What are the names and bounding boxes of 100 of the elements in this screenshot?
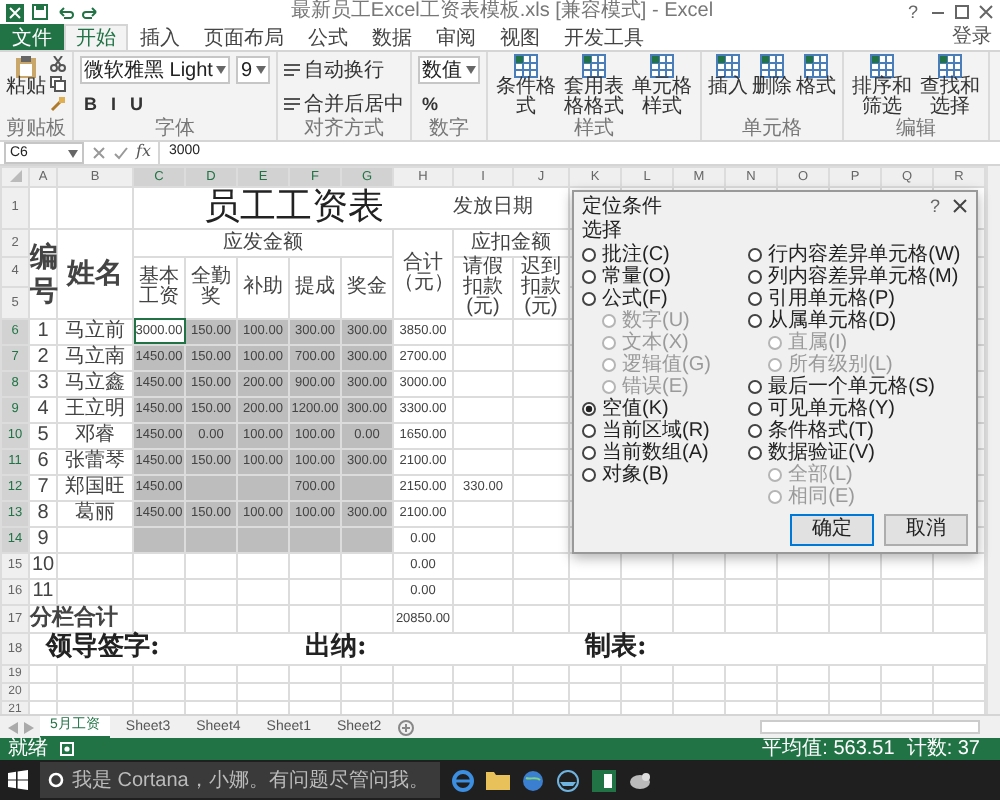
group-label: 字体	[153, 120, 198, 140]
option-label[interactable]: 当前数组(A)	[602, 442, 709, 464]
ribbon-tab[interactable]: 开始	[64, 24, 128, 50]
radio-button[interactable]	[582, 468, 596, 482]
ribbon-tab[interactable]: 开发工具	[552, 24, 656, 50]
radio-button[interactable]	[748, 446, 763, 460]
caret-icon	[68, 149, 78, 157]
brush-icon[interactable]	[50, 96, 66, 112]
dropdown-field[interactable]: 微软雅黑 Light	[80, 56, 231, 84]
add-sheet-button[interactable]	[397, 719, 414, 735]
option-label[interactable]: 最后一个单元格(S)	[768, 376, 935, 398]
check-icon[interactable]	[114, 146, 128, 160]
option-label[interactable]: 空值(K)	[602, 398, 669, 420]
option-label[interactable]: 条件格式(T)	[768, 420, 874, 442]
radio-button[interactable]	[582, 248, 596, 262]
dialog-button[interactable]: 取消	[884, 514, 968, 546]
format-button[interactable]: %	[418, 92, 443, 116]
ribbon-tab[interactable]: 文件	[0, 24, 64, 50]
vertical-scrollbar[interactable]	[986, 166, 1000, 714]
option-label[interactable]: 当前区域(R)	[602, 420, 710, 442]
ribbon-button[interactable]: 合并后居中	[284, 93, 405, 115]
option-label[interactable]: 行内容差异单元格(W)	[768, 244, 961, 266]
option-label[interactable]: 引用单元格(P)	[768, 288, 895, 310]
help-button[interactable]: ?	[903, 2, 922, 22]
text-lines-icon	[284, 96, 301, 112]
dialog-button[interactable]: 确定	[790, 514, 874, 546]
radio-button[interactable]	[582, 270, 596, 284]
radio-button[interactable]	[748, 314, 763, 328]
radio-button[interactable]	[582, 424, 596, 438]
ribbon-button[interactable]: 条件格式	[494, 54, 559, 118]
insert-function-button[interactable]: fx	[136, 144, 151, 162]
ribbon-button[interactable]: 删除	[752, 54, 793, 98]
ribbon-tab[interactable]: 插入	[128, 24, 192, 50]
option-label[interactable]: 公式(F)	[602, 288, 668, 310]
format-button[interactable]: I	[107, 92, 121, 116]
table-cell: 4	[29, 396, 57, 423]
browser-icon[interactable]	[452, 769, 474, 791]
globe-icon[interactable]	[522, 769, 544, 791]
ribbon-button[interactable]: 单元格样式	[630, 54, 695, 118]
option-label[interactable]: 可见单元格(Y)	[768, 398, 895, 420]
date-label: 发放日期	[453, 187, 569, 229]
status-average: 平均值: 563.51	[762, 738, 895, 760]
radio-button[interactable]	[582, 446, 596, 460]
table-cell: 1	[29, 318, 57, 345]
status-text: 就绪	[8, 738, 48, 760]
ribbon-tab[interactable]: 审阅	[424, 24, 488, 50]
spreadsheet-app-icon[interactable]	[592, 769, 616, 791]
start-icon[interactable]	[8, 770, 28, 790]
undo-icon[interactable]	[56, 4, 74, 20]
ribbon-button[interactable]: 排序和筛选	[850, 54, 915, 118]
dropdown-field[interactable]: 9	[236, 56, 271, 84]
column-heading: 姓名	[57, 228, 133, 319]
option-label[interactable]: 常量(O)	[602, 266, 671, 288]
option-label[interactable]: 从属单元格(D)	[768, 310, 897, 332]
table-cell: 10	[29, 552, 57, 579]
group-heading: 应扣金额	[453, 228, 569, 257]
redo-icon[interactable]	[82, 4, 100, 20]
table-cell: 5	[29, 422, 57, 449]
option-label[interactable]: 数据验证(V)	[768, 442, 875, 464]
horizontal-scrollbar[interactable]	[760, 720, 980, 734]
ribbon-tab[interactable]: 页面布局	[192, 24, 296, 50]
radio-button[interactable]	[748, 402, 763, 416]
ribbon-button[interactable]: 自动换行	[284, 59, 385, 81]
ribbon-tab[interactable]: 视图	[488, 24, 552, 50]
radio-button[interactable]	[582, 292, 596, 306]
cancel-icon[interactable]	[92, 146, 106, 160]
radio-button[interactable]	[748, 270, 763, 284]
search-field[interactable]: 我是 Cortana，小娜。有问题尽管问我。	[40, 762, 440, 798]
format-button[interactable]: B	[80, 92, 101, 116]
sign-in-link[interactable]: 登录	[952, 24, 1000, 50]
save-icon[interactable]	[32, 4, 48, 20]
radio-button[interactable]	[748, 380, 763, 394]
ribbon-button[interactable]: 套用表格格式	[562, 54, 627, 118]
option-label[interactable]: 列内容差异单元格(M)	[768, 266, 959, 288]
ribbon-button[interactable]: 粘贴	[6, 54, 46, 98]
radio-button[interactable]	[748, 424, 763, 438]
table-cell: 8	[29, 500, 57, 527]
option-label[interactable]: 对象(B)	[602, 464, 669, 486]
close-icon[interactable]	[978, 4, 994, 20]
ribbon-tab[interactable]: 公式	[296, 24, 360, 50]
option-label[interactable]: 批注(C)	[602, 244, 670, 266]
ribbon-button[interactable]: 插入	[708, 54, 749, 98]
status-count: 计数: 37	[906, 738, 980, 760]
ribbon-button[interactable]: 格式	[796, 54, 837, 98]
table-cell: 2	[29, 344, 57, 371]
scissors-icon[interactable]	[50, 56, 66, 72]
radio-button[interactable]	[748, 292, 763, 306]
dropdown-field[interactable]: 数值	[418, 56, 481, 84]
radio-button[interactable]	[582, 402, 596, 416]
ribbon-button[interactable]: 查找和选择	[918, 54, 983, 118]
folder-icon[interactable]	[486, 770, 510, 790]
copy-icon[interactable]	[50, 76, 66, 92]
format-button[interactable]: U	[126, 92, 148, 116]
column-heading: 全勤奖	[185, 256, 237, 319]
macro-record-icon[interactable]	[60, 742, 74, 756]
maximize-icon[interactable]	[954, 4, 970, 20]
close-icon[interactable]	[952, 198, 968, 214]
ribbon-tab[interactable]: 数据	[360, 24, 424, 50]
help-button[interactable]: ?	[925, 196, 944, 216]
radio-button[interactable]	[748, 248, 763, 262]
